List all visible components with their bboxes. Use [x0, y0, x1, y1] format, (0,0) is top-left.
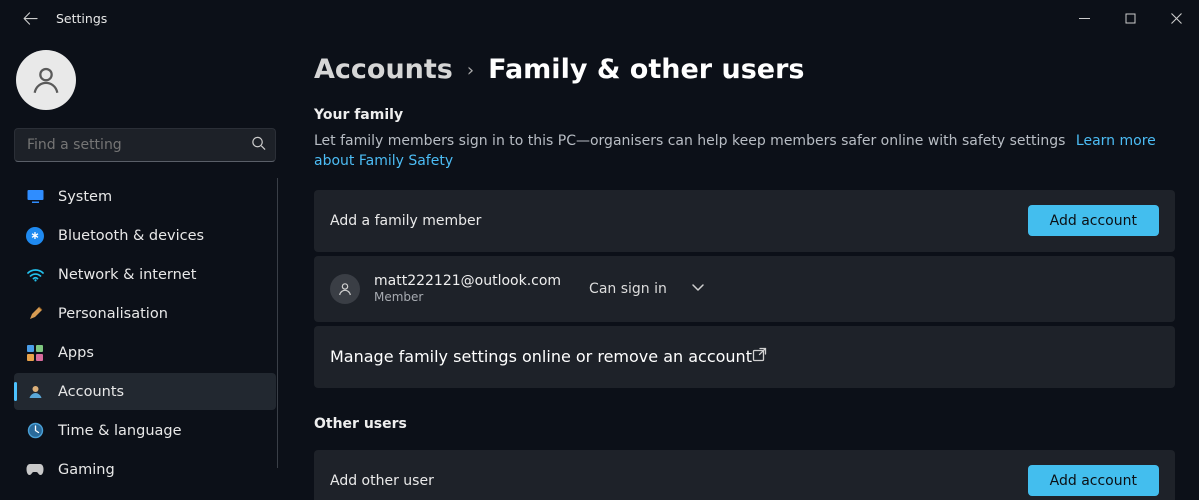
nav-label: Time & language: [58, 423, 182, 439]
maximize-button[interactable]: [1107, 0, 1153, 36]
window-title: Settings: [56, 11, 107, 26]
minimize-icon: [1079, 13, 1090, 24]
chevron-down-icon[interactable]: [691, 279, 705, 298]
manage-family-label: Manage family settings online or remove …: [330, 347, 752, 366]
gamepad-icon: [26, 461, 44, 479]
display-icon: [26, 188, 44, 206]
nav-item-personalisation[interactable]: Personalisation: [14, 295, 276, 332]
add-other-account-button[interactable]: Add account: [1028, 465, 1159, 496]
add-family-account-button[interactable]: Add account: [1028, 205, 1159, 236]
your-family-description: Let family members sign in to this PC—or…: [314, 131, 1175, 172]
add-family-member-row: Add a family member Add account: [314, 190, 1175, 252]
nav-label: Network & internet: [58, 267, 196, 283]
apps-icon: [26, 344, 44, 362]
member-email: matt222121@outlook.com: [374, 273, 561, 289]
globe-clock-icon: [26, 422, 44, 440]
breadcrumb-parent[interactable]: Accounts: [314, 54, 453, 85]
person-icon: [29, 63, 63, 97]
user-avatar[interactable]: [16, 50, 76, 110]
nav-item-system[interactable]: System: [14, 178, 276, 215]
add-family-label: Add a family member: [330, 213, 481, 229]
nav-item-bluetooth[interactable]: ∗ Bluetooth & devices: [14, 217, 276, 254]
your-family-heading: Your family: [314, 107, 1175, 123]
nav-label: Accounts: [58, 384, 124, 400]
close-button[interactable]: [1153, 0, 1199, 36]
member-status: Can sign in: [589, 281, 667, 297]
paintbrush-icon: [26, 305, 44, 323]
search-field[interactable]: [14, 128, 276, 162]
nav-item-apps[interactable]: Apps: [14, 334, 276, 371]
breadcrumb: Accounts › Family & other users: [314, 54, 1175, 85]
scroll-indicator: [277, 178, 278, 468]
open-external-icon: [752, 347, 767, 366]
add-other-user-row: Add other user Add account: [314, 450, 1175, 500]
accounts-icon: [26, 383, 44, 401]
family-desc-text: Let family members sign in to this PC—or…: [314, 133, 1065, 149]
nav-item-network[interactable]: Network & internet: [14, 256, 276, 293]
nav-label: Personalisation: [58, 306, 168, 322]
close-icon: [1171, 13, 1182, 24]
sidebar: System ∗ Bluetooth & devices Network & i…: [0, 36, 290, 500]
add-other-label: Add other user: [330, 473, 434, 489]
wifi-icon: [26, 266, 44, 284]
member-avatar: [330, 274, 360, 304]
nav-list: System ∗ Bluetooth & devices Network & i…: [14, 178, 276, 488]
nav-item-gaming[interactable]: Gaming: [14, 451, 276, 488]
search-icon: [251, 136, 266, 155]
nav-item-time-language[interactable]: Time & language: [14, 412, 276, 449]
page-title: Family & other users: [488, 54, 804, 85]
person-icon: [337, 281, 353, 297]
nav-item-accounts[interactable]: Accounts: [14, 373, 276, 410]
chevron-right-icon: ›: [467, 60, 474, 81]
search-input[interactable]: [14, 128, 276, 162]
bluetooth-icon: ∗: [26, 227, 44, 245]
arrow-left-icon: [23, 11, 38, 26]
maximize-icon: [1125, 13, 1136, 24]
manage-family-row[interactable]: Manage family settings online or remove …: [314, 326, 1175, 388]
nav-label: Gaming: [58, 462, 115, 478]
family-member-row[interactable]: matt222121@outlook.com Member Can sign i…: [314, 256, 1175, 322]
titlebar: Settings: [0, 0, 1199, 36]
back-button[interactable]: [16, 4, 44, 32]
nav-label: Apps: [58, 345, 94, 361]
main-content: Accounts › Family & other users Your fam…: [290, 36, 1199, 500]
minimize-button[interactable]: [1061, 0, 1107, 36]
member-role: Member: [374, 290, 561, 304]
nav-label: System: [58, 189, 112, 205]
nav-label: Bluetooth & devices: [58, 228, 204, 244]
other-users-heading: Other users: [314, 416, 1175, 432]
